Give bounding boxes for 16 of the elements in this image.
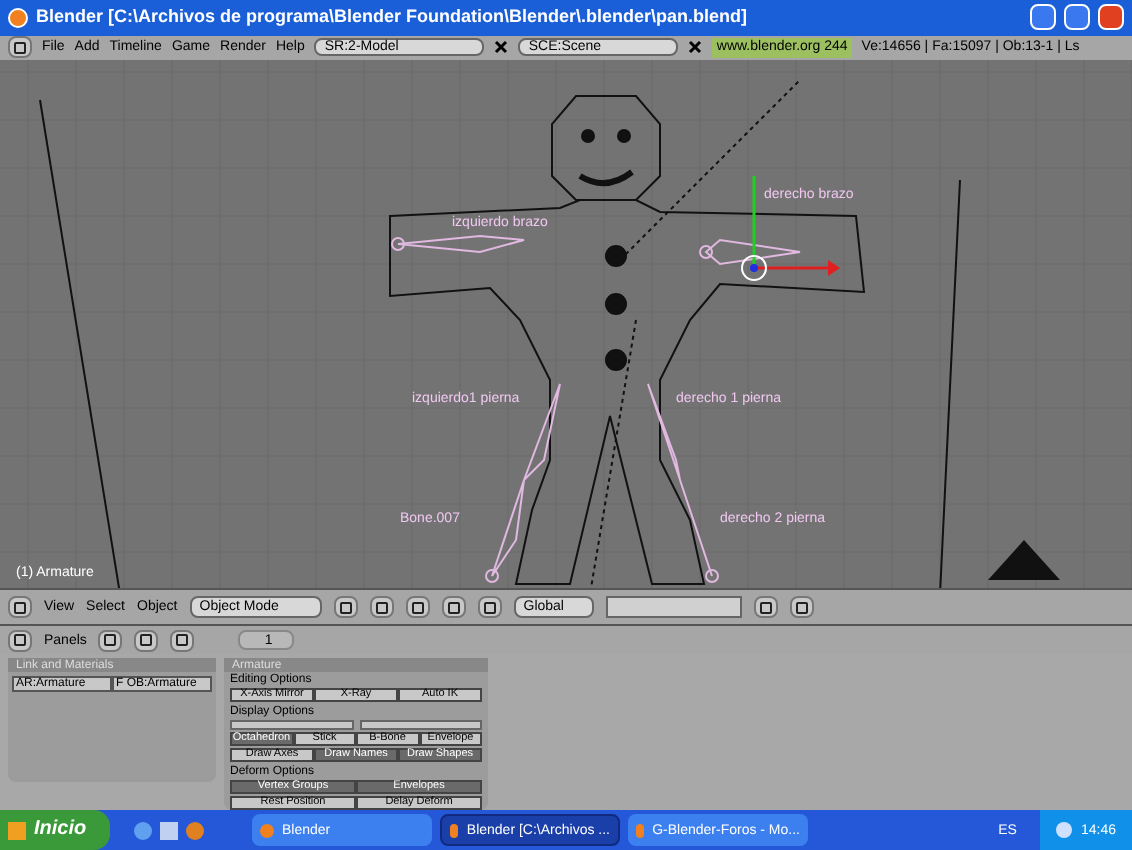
app-icon	[260, 823, 274, 837]
close-button[interactable]	[1098, 4, 1124, 31]
close-icon[interactable]	[688, 40, 703, 55]
layer-buttons[interactable]	[605, 596, 742, 619]
app-icon	[636, 823, 645, 837]
close-icon[interactable]	[494, 40, 509, 55]
maximize-button[interactable]	[1064, 4, 1090, 31]
desktop-icon[interactable]	[160, 821, 178, 839]
start-button[interactable]: Inicio	[0, 810, 110, 850]
cone-drawing	[988, 539, 1060, 580]
minimize-button[interactable]	[1030, 4, 1056, 31]
app-icon	[450, 823, 459, 837]
window-title: Blender [C:\Archivos de programa\Blender Foundation\Blender\.blender\pan.blend]	[36, 4, 750, 31]
layer-toggles[interactable]	[359, 720, 482, 730]
tray-icon[interactable]	[1056, 822, 1073, 838]
layer-toggles[interactable]	[230, 720, 353, 730]
